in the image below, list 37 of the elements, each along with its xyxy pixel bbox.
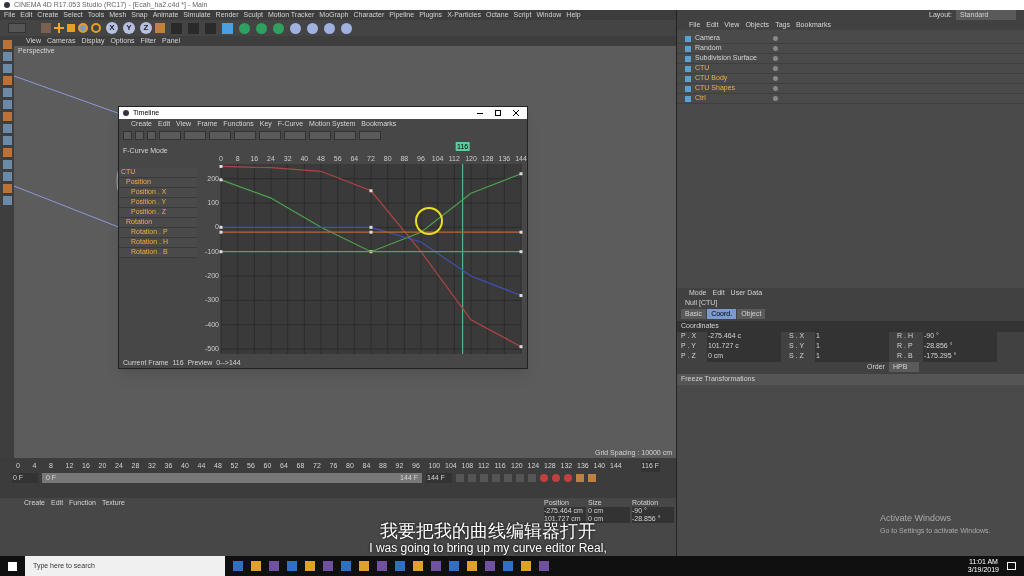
toolbar-icon[interactable] — [159, 131, 181, 140]
toolbar-icon[interactable] — [234, 131, 256, 140]
keyframe-point[interactable] — [519, 250, 523, 254]
keyframe-point[interactable] — [369, 230, 373, 234]
keyframe-point[interactable] — [369, 225, 373, 229]
toolbar-icon[interactable] — [259, 131, 281, 140]
start-icon[interactable] — [8, 561, 17, 571]
subtitle-english: I was going to bring up my curve editor Real, — [369, 541, 607, 555]
keyframe-point[interactable] — [219, 178, 223, 182]
axis-button[interactable]: X — [106, 22, 118, 34]
toolbar-icon[interactable] — [184, 131, 206, 140]
keyframe-point[interactable] — [519, 294, 523, 298]
axis-button[interactable]: Y — [123, 22, 135, 34]
keyframe-point[interactable] — [519, 172, 523, 176]
keyframe-point[interactable] — [219, 250, 223, 254]
keyframe-point[interactable] — [219, 230, 223, 234]
minimize-icon[interactable] — [477, 112, 483, 114]
keyframe-point[interactable] — [369, 189, 373, 193]
maximize-icon[interactable] — [495, 110, 501, 116]
toolbar-icon[interactable] — [334, 131, 356, 140]
cursor-highlight-icon — [414, 206, 444, 236]
activation-title: Activate Windows — [880, 512, 953, 525]
app-icon — [123, 110, 129, 116]
plus-icon[interactable] — [54, 23, 64, 33]
keyframe-point[interactable] — [369, 250, 373, 254]
axis-button[interactable]: Z — [140, 22, 152, 34]
toolbar-icon[interactable] — [209, 131, 231, 140]
keyframe-point[interactable] — [219, 164, 223, 168]
close-icon[interactable] — [513, 110, 519, 116]
toolbar-icon[interactable] — [359, 131, 381, 140]
keyframe-point[interactable] — [219, 225, 223, 229]
app-icon — [4, 2, 10, 8]
keyframe-point[interactable] — [519, 230, 523, 234]
keyframe-point[interactable] — [519, 345, 523, 349]
toolbar-icon[interactable] — [284, 131, 306, 140]
toolbar-icon[interactable] — [309, 131, 331, 140]
subtitle-chinese: 我要把我的曲线编辑器打开 — [380, 521, 596, 541]
